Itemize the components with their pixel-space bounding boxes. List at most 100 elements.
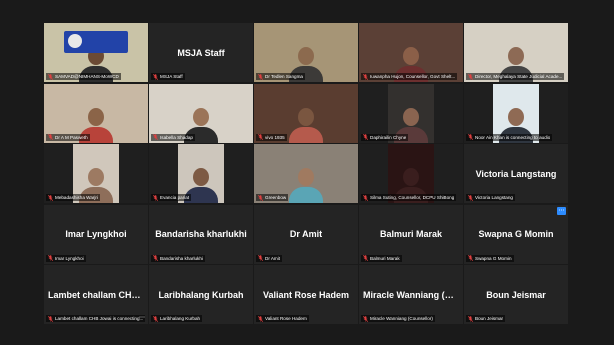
participant-name: Dr Tedlen Sangma: [265, 74, 303, 79]
participant-tile[interactable]: Greenbow: [254, 144, 358, 203]
participant-name-large: Laribhalang Kurbah: [158, 289, 244, 300]
mic-muted-icon: [48, 134, 53, 140]
participant-name: Silma Suting, Counsellor, DCPU ShiBong: [370, 195, 455, 200]
participant-name: Laribhalang Kurbah: [160, 316, 201, 321]
participant-label: Evancia pariat: [151, 194, 192, 201]
participant-name-large: Miracle Wanniang (Counse...: [363, 289, 463, 300]
participant-label: Imar Lyngkhoi: [46, 254, 86, 262]
participant-tile[interactable]: Evancia pariat: [149, 144, 253, 203]
participant-label: Dr A M Pasweth: [46, 133, 90, 141]
participant-label: Noor Ain Khan is connecting to audio: [466, 133, 553, 141]
mic-muted-icon: [153, 315, 158, 322]
mic-muted-icon: [153, 134, 158, 140]
participant-label: Boun Jeismar: [466, 315, 506, 322]
mic-muted-icon: [468, 255, 473, 261]
participant-tile[interactable]: Director, Meghalaya State Judicial Acade…: [464, 23, 568, 82]
participant-name: Daphirailin Chyne: [370, 134, 407, 140]
participant-tile[interactable]: Mebadashisha Warjri: [44, 144, 148, 203]
participant-tile[interactable]: Victoria Langstang Victoria Langstang: [464, 144, 568, 203]
participant-name-large: Bandarisha kharlukhi: [155, 229, 247, 239]
participant-name: SAMVAD@NIMHANS-MoWCD: [55, 74, 119, 79]
participant-label: Balmuri Marak: [361, 254, 402, 262]
mic-muted-icon: [258, 194, 263, 201]
participant-label: Valiant Rose Hadem: [256, 315, 309, 322]
person-head: [88, 168, 104, 186]
participant-tile[interactable]: Daphirailin Chyne: [359, 83, 463, 143]
participant-tile[interactable]: Balmuri Marak Balmuri Marak: [359, 204, 463, 264]
participant-name: Victoria Langstang: [475, 195, 513, 200]
person-head: [193, 107, 209, 126]
mic-muted-icon: [363, 315, 368, 322]
more-options-button[interactable]: ⋯: [557, 206, 566, 215]
participant-label: SAMVAD@NIMHANS-MoWCD: [46, 73, 121, 80]
mic-muted-icon: [363, 73, 368, 80]
mic-muted-icon: [48, 194, 53, 201]
participant-name-large: Lambet challam CHB Jowai: [48, 289, 148, 300]
participant-tile[interactable]: Swapna G Momin Swapna G Momin ⋯: [464, 204, 568, 264]
participant-name: Director, Meghalaya State Judicial Acade…: [475, 74, 563, 79]
participant-name-large: Victoria Langstang: [475, 168, 557, 179]
mic-muted-icon: [468, 134, 473, 140]
participant-name: Lambet challam CHB Jowai is connecting..…: [55, 316, 144, 321]
participant-label: vivo 1935: [256, 133, 287, 141]
mic-muted-icon: [468, 315, 473, 322]
participant-tile[interactable]: Bandarisha kharlukhi Bandarisha kharlukhi: [149, 204, 253, 264]
person-head: [403, 107, 419, 126]
participant-tile[interactable]: Isabella Shadap: [149, 83, 253, 143]
mic-muted-icon: [258, 255, 263, 261]
participant-name: Valiant Rose Hadem: [265, 316, 307, 321]
participant-name: Dr A M Pasweth: [55, 134, 88, 140]
participant-tile[interactable]: Dr A M Pasweth: [44, 83, 148, 143]
person-body: [289, 187, 323, 203]
participant-name-large: Valiant Rose Hadem: [262, 289, 350, 300]
participant-tile[interactable]: MSJA Staff MSJA Staff: [149, 23, 253, 82]
participant-tile[interactable]: Dr Amit Dr Amit: [254, 204, 358, 264]
person-head: [298, 107, 314, 126]
mic-muted-icon: [258, 134, 263, 140]
participant-tile[interactable]: Noor Ain Khan is connecting to audio: [464, 83, 568, 143]
participant-tile[interactable]: Boun Jeismar Boun Jeismar: [464, 265, 568, 324]
mic-muted-icon: [48, 255, 53, 261]
participant-name: Balmuri Marak: [370, 255, 400, 261]
participant-tile[interactable]: Lambet challam CHB Jowai Lambet challam C…: [44, 265, 148, 324]
participant-name: Boun Jeismar: [475, 316, 504, 321]
participant-name: Evancia pariat: [160, 195, 190, 200]
participant-name: MSJA Staff: [160, 74, 183, 79]
participant-tile[interactable]: Laribhalang Kurbah Laribhalang Kurbah: [149, 265, 253, 324]
participant-label: Bandarisha kharlukhi: [151, 254, 205, 262]
participant-name-large: Swapna G Momin: [478, 229, 554, 239]
participant-name: Noor Ain Khan is connecting to audio: [475, 134, 551, 140]
participant-tile[interactable]: SAMVAD@NIMHANS-MoWCD: [44, 23, 148, 82]
person-head: [193, 168, 209, 186]
participant-name: Swapna G Momin: [475, 255, 512, 261]
participant-tile[interactable]: Silma Suting, Counsellor, DCPU ShiBong: [359, 144, 463, 203]
participant-tile[interactable]: vivo 1935: [254, 83, 358, 143]
participant-label: Iuwanpha Hujon, Counsellor, Govt Shelt..…: [361, 73, 458, 80]
mic-muted-icon: [468, 73, 473, 80]
participant-label: Dr Tedlen Sangma: [256, 73, 305, 80]
participant-name: Imar Lyngkhoi: [55, 255, 84, 261]
mic-muted-icon: [363, 134, 368, 140]
participant-label: Greenbow: [256, 194, 289, 201]
participant-tile[interactable]: Iuwanpha Hujon, Counsellor, Govt Shelt..…: [359, 23, 463, 82]
participant-name-large: Imar Lyngkhoi: [65, 229, 127, 239]
participant-name-large: Dr Amit: [289, 229, 323, 239]
participant-name-large: Boun Jeismar: [486, 289, 546, 300]
participant-tile[interactable]: Imar Lyngkhoi Imar Lyngkhoi: [44, 204, 148, 264]
person-head: [88, 107, 104, 126]
mic-muted-icon: [153, 73, 158, 80]
participant-tile[interactable]: Dr Tedlen Sangma: [254, 23, 358, 82]
mic-muted-icon: [363, 194, 368, 201]
participant-name-large: MSJA Staff: [177, 47, 225, 58]
person-head: [403, 47, 419, 65]
participant-tile[interactable]: Miracle Wanniang (Counse... Miracle Wanni…: [359, 265, 463, 324]
participant-name: Greenbow: [265, 195, 287, 200]
person-head: [508, 107, 524, 126]
mic-muted-icon: [258, 315, 263, 322]
participant-name: Mebadashisha Warjri: [55, 195, 98, 200]
virtual-background-logo: [64, 31, 128, 53]
participant-name: Isabella Shadap: [160, 134, 193, 140]
connecting-indicator-icon: ⋯: [139, 315, 145, 321]
mic-muted-icon: [363, 255, 368, 261]
participant-tile[interactable]: Valiant Rose Hadem Valiant Rose Hadem: [254, 265, 358, 324]
